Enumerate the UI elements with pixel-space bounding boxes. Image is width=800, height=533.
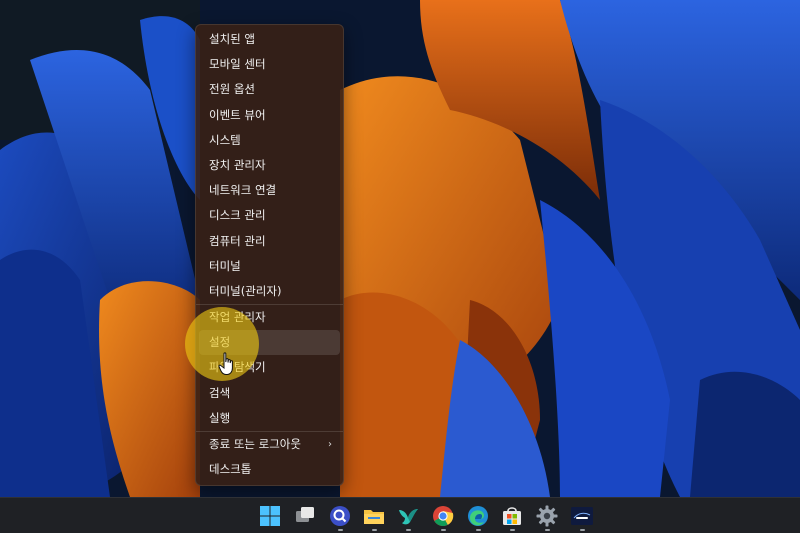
menu-item-label: 종료 또는 로그아웃: [209, 437, 301, 451]
running-indicator: [441, 529, 446, 531]
menu-item-mobility-center[interactable]: 모바일 센터: [199, 52, 340, 77]
microsoft-store-icon[interactable]: [500, 504, 524, 528]
zoom-search-app-icon[interactable]: [328, 504, 352, 528]
running-indicator: [510, 529, 515, 531]
menu-item-disk-management[interactable]: 디스크 관리: [199, 203, 340, 228]
menu-item-installed-apps[interactable]: 설치된 앱: [199, 27, 340, 52]
bird-app-icon[interactable]: [396, 504, 420, 528]
running-indicator: [372, 529, 377, 531]
hand-pointer-cursor-icon: [218, 352, 233, 375]
running-indicator: [545, 529, 550, 531]
menu-item-terminal-admin[interactable]: 터미널(관리자): [199, 279, 340, 304]
menu-item-computer-management[interactable]: 컴퓨터 관리: [199, 229, 340, 254]
desktop: 설치된 앱 모바일 센터 전원 옵션 이벤트 뷰어 시스템 장치 관리자 네트워…: [0, 0, 800, 533]
start-icon[interactable]: [258, 504, 282, 528]
running-indicator: [406, 529, 411, 531]
start-context-menu: 설치된 앱 모바일 센터 전원 옵션 이벤트 뷰어 시스템 장치 관리자 네트워…: [195, 24, 344, 486]
desktop-wallpaper: [0, 0, 800, 533]
edge-icon[interactable]: [466, 504, 490, 528]
file-explorer-icon[interactable]: [362, 504, 386, 528]
menu-item-system[interactable]: 시스템: [199, 128, 340, 153]
task-view-icon[interactable]: [293, 504, 317, 528]
running-indicator: [338, 529, 343, 531]
menu-item-device-manager[interactable]: 장치 관리자: [199, 153, 340, 178]
chevron-right-icon: ›: [328, 439, 332, 450]
chrome-icon[interactable]: [431, 504, 455, 528]
running-indicator: [580, 529, 585, 531]
menu-item-run[interactable]: 실행: [199, 406, 340, 431]
menu-item-terminal[interactable]: 터미널: [199, 254, 340, 279]
settings-gear-icon[interactable]: [535, 504, 559, 528]
disney-plus-icon[interactable]: [570, 504, 594, 528]
menu-item-search[interactable]: 검색: [199, 381, 340, 406]
menu-item-shutdown-signout[interactable]: 종료 또는 로그아웃 ›: [199, 432, 340, 457]
menu-item-event-viewer[interactable]: 이벤트 뷰어: [199, 103, 340, 128]
menu-item-desktop[interactable]: 데스크톱: [199, 457, 340, 482]
menu-item-power-options[interactable]: 전원 옵션: [199, 77, 340, 102]
running-indicator: [476, 529, 481, 531]
menu-item-network-connections[interactable]: 네트워크 연결: [199, 178, 340, 203]
taskbar: [0, 497, 800, 533]
